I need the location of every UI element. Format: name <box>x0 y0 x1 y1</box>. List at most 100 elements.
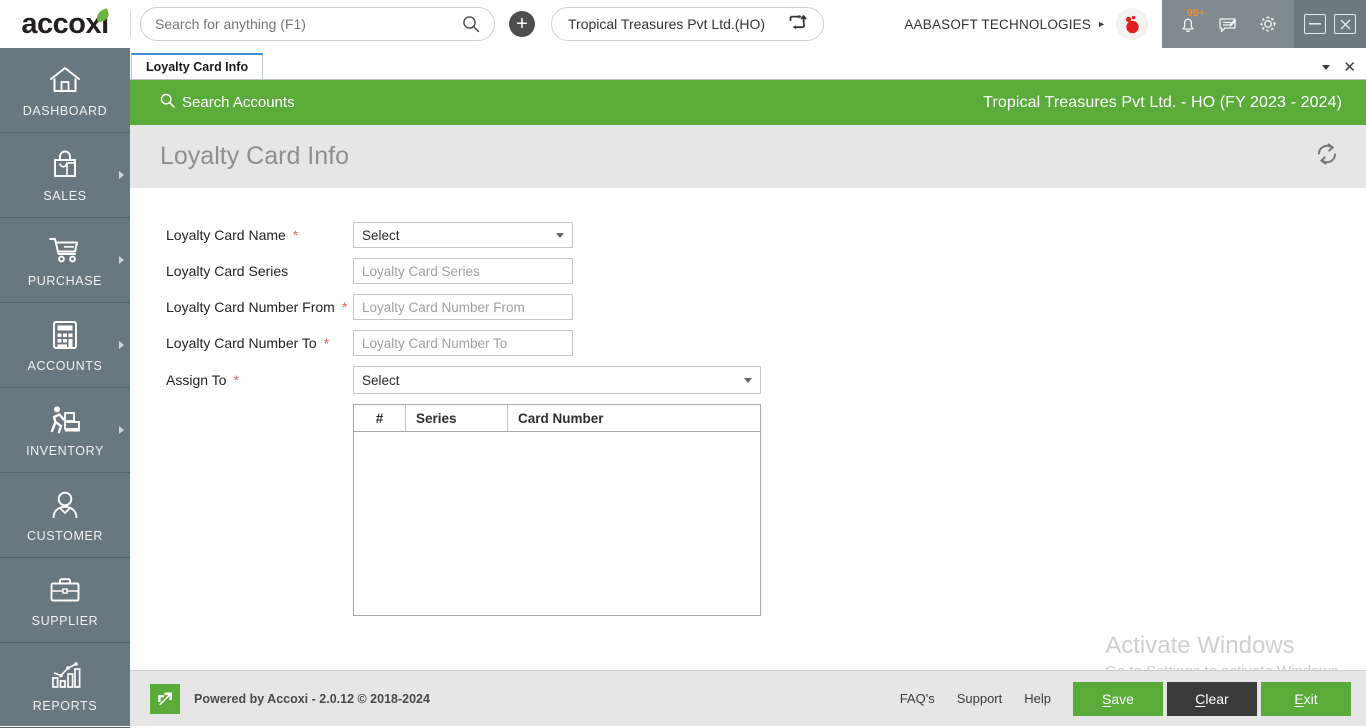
required-marker: * <box>292 227 299 243</box>
chevron-right-icon[interactable]: ► <box>1097 19 1106 29</box>
search-accounts-button[interactable]: Search Accounts <box>160 93 295 112</box>
required-marker: * <box>341 299 348 315</box>
messages-icon[interactable] <box>1216 12 1240 36</box>
add-new-button[interactable]: + <box>509 11 535 37</box>
chevron-right-icon <box>119 171 124 179</box>
icon-tray: 99+ <box>1162 0 1294 48</box>
notifications-bell[interactable]: 99+ <box>1176 7 1205 36</box>
loyalty-card-series-input[interactable]: Loyalty Card Series <box>353 258 573 284</box>
shopping-cart-icon <box>47 233 83 267</box>
loyalty-card-name-select[interactable]: Select <box>353 222 573 248</box>
assign-to-select[interactable]: Select <box>353 366 761 394</box>
label-text: Loyalty Card Series <box>166 263 289 279</box>
placeholder-text: Loyalty Card Number From <box>362 299 525 315</box>
table-body <box>354 432 760 615</box>
sidebar-item-customer[interactable]: CUSTOMER <box>0 473 130 558</box>
label-text: Assign To <box>166 372 227 388</box>
required-marker: * <box>323 335 330 351</box>
close-icon[interactable]: ✕ <box>1343 60 1356 75</box>
field-label: Loyalty Card Name * <box>166 227 353 243</box>
top-bar-right: AABASOFT TECHNOLOGIES ► 99+ <box>904 0 1366 48</box>
window-controls <box>1294 0 1366 48</box>
sidebar-item-dashboard[interactable]: DASHBOARD <box>0 48 130 133</box>
sidebar-label: SUPPLIER <box>31 613 99 628</box>
selected-value: Select <box>362 372 400 388</box>
briefcase-icon <box>48 573 82 607</box>
label-text: Loyalty Card Number To <box>166 335 317 351</box>
form-row-loyalty-card-series: Loyalty Card Series Loyalty Card Series <box>166 258 1366 284</box>
sidebar-label: SALES <box>43 188 87 203</box>
sidebar-label: PURCHASE <box>27 273 103 288</box>
save-button[interactable]: Save <box>1073 681 1163 716</box>
logo-divider <box>130 11 131 37</box>
clear-button[interactable]: Clear <box>1167 681 1257 716</box>
sidebar-label: REPORTS <box>32 698 98 713</box>
home-icon <box>48 63 82 97</box>
notification-badge: 99+ <box>1187 7 1205 19</box>
shopping-bag-icon <box>49 148 81 182</box>
sidebar-item-supplier[interactable]: SUPPLIER <box>0 558 130 643</box>
top-bar: accoxi + Tropical Treasures Pvt Ltd.(HO) <box>0 0 1366 48</box>
chevron-right-icon <box>119 256 124 264</box>
form-row-assign-to: Assign To * Select <box>166 366 1366 394</box>
company-name: AABASOFT TECHNOLOGIES <box>904 16 1092 32</box>
placeholder-text: Loyalty Card Number To <box>362 335 508 351</box>
company-fiscal-year: Tropical Treasures Pvt Ltd. - HO (FY 202… <box>983 93 1342 111</box>
support-link[interactable]: Support <box>957 691 1003 706</box>
calculator-icon <box>50 318 80 352</box>
loyalty-card-number-from-input[interactable]: Loyalty Card Number From <box>353 294 573 320</box>
sidebar-item-sales[interactable]: SALES <box>0 133 130 218</box>
required-marker: * <box>233 372 239 388</box>
sidebar-label: CUSTOMER <box>26 528 104 543</box>
minimize-button[interactable] <box>1304 14 1326 34</box>
tab-strip-controls: ✕ <box>1322 60 1366 79</box>
exit-button[interactable]: Exit <box>1261 681 1351 716</box>
footer-actions: FAQ's Support Help Save Clear Exit <box>900 671 1366 727</box>
search-accounts-label: Search Accounts <box>182 94 295 111</box>
field-label: Loyalty Card Number To * <box>166 335 353 351</box>
sidebar-label: INVENTORY <box>26 443 104 458</box>
form-row-loyalty-card-name: Loyalty Card Name * Select <box>166 222 1366 248</box>
loyalty-card-number-to-input[interactable]: Loyalty Card Number To <box>353 330 573 356</box>
person-icon <box>49 488 81 522</box>
bar-chart-icon <box>49 658 81 692</box>
form-area: Loyalty Card Name * Select Loyalty Card … <box>130 188 1366 688</box>
avatar[interactable] <box>1116 8 1148 40</box>
sidebar-label: DASHBOARD <box>22 103 108 118</box>
branch-selector[interactable]: Tropical Treasures Pvt Ltd.(HO) <box>551 7 824 41</box>
page-title: Loyalty Card Info <box>160 142 349 170</box>
search-icon[interactable] <box>462 15 480 33</box>
chevron-down-icon[interactable] <box>1322 65 1331 70</box>
sidebar-item-purchase[interactable]: PURCHASE <box>0 218 130 303</box>
sidebar-label: ACCOUNTS <box>27 358 103 373</box>
switch-branch-icon[interactable] <box>788 14 807 34</box>
close-button[interactable] <box>1334 14 1356 34</box>
sidebar: DASHBOARD SALES PURCHASE ACCOUNTS INVENT… <box>0 48 130 728</box>
footer-bar: Powered by Accoxi - 2.0.12 © 2018-2024 F… <box>130 670 1366 726</box>
selected-value: Select <box>362 227 400 243</box>
warehouse-worker-icon <box>46 403 84 437</box>
global-search[interactable] <box>140 7 495 41</box>
form-row-loyalty-card-number-to: Loyalty Card Number To * Loyalty Card Nu… <box>166 330 1366 356</box>
search-icon <box>160 93 175 112</box>
placeholder-text: Loyalty Card Series <box>362 263 480 279</box>
app-logo-text: accoxi <box>21 7 109 40</box>
label-text: Loyalty Card Number From <box>166 299 335 315</box>
field-label: Assign To * <box>166 372 353 388</box>
refresh-icon[interactable] <box>1312 139 1342 174</box>
gear-icon[interactable] <box>1256 12 1280 36</box>
green-header-bar: Search Accounts Tropical Treasures Pvt L… <box>130 80 1366 125</box>
sidebar-item-accounts[interactable]: ACCOUNTS <box>0 303 130 388</box>
field-label: Loyalty Card Series <box>166 263 353 279</box>
app-logo: accoxi <box>0 0 130 48</box>
chevron-right-icon <box>119 426 124 434</box>
chevron-down-icon <box>744 377 752 383</box>
faq-link[interactable]: FAQ's <box>900 691 935 706</box>
column-header-card-number: Card Number <box>518 410 604 426</box>
help-link[interactable]: Help <box>1024 691 1051 706</box>
sidebar-item-inventory[interactable]: INVENTORY <box>0 388 130 473</box>
sidebar-item-reports[interactable]: REPORTS <box>0 643 130 728</box>
page-header: Loyalty Card Info <box>130 125 1366 188</box>
search-input[interactable] <box>155 16 462 32</box>
tab-loyalty-card-info[interactable]: Loyalty Card Info <box>131 53 264 79</box>
